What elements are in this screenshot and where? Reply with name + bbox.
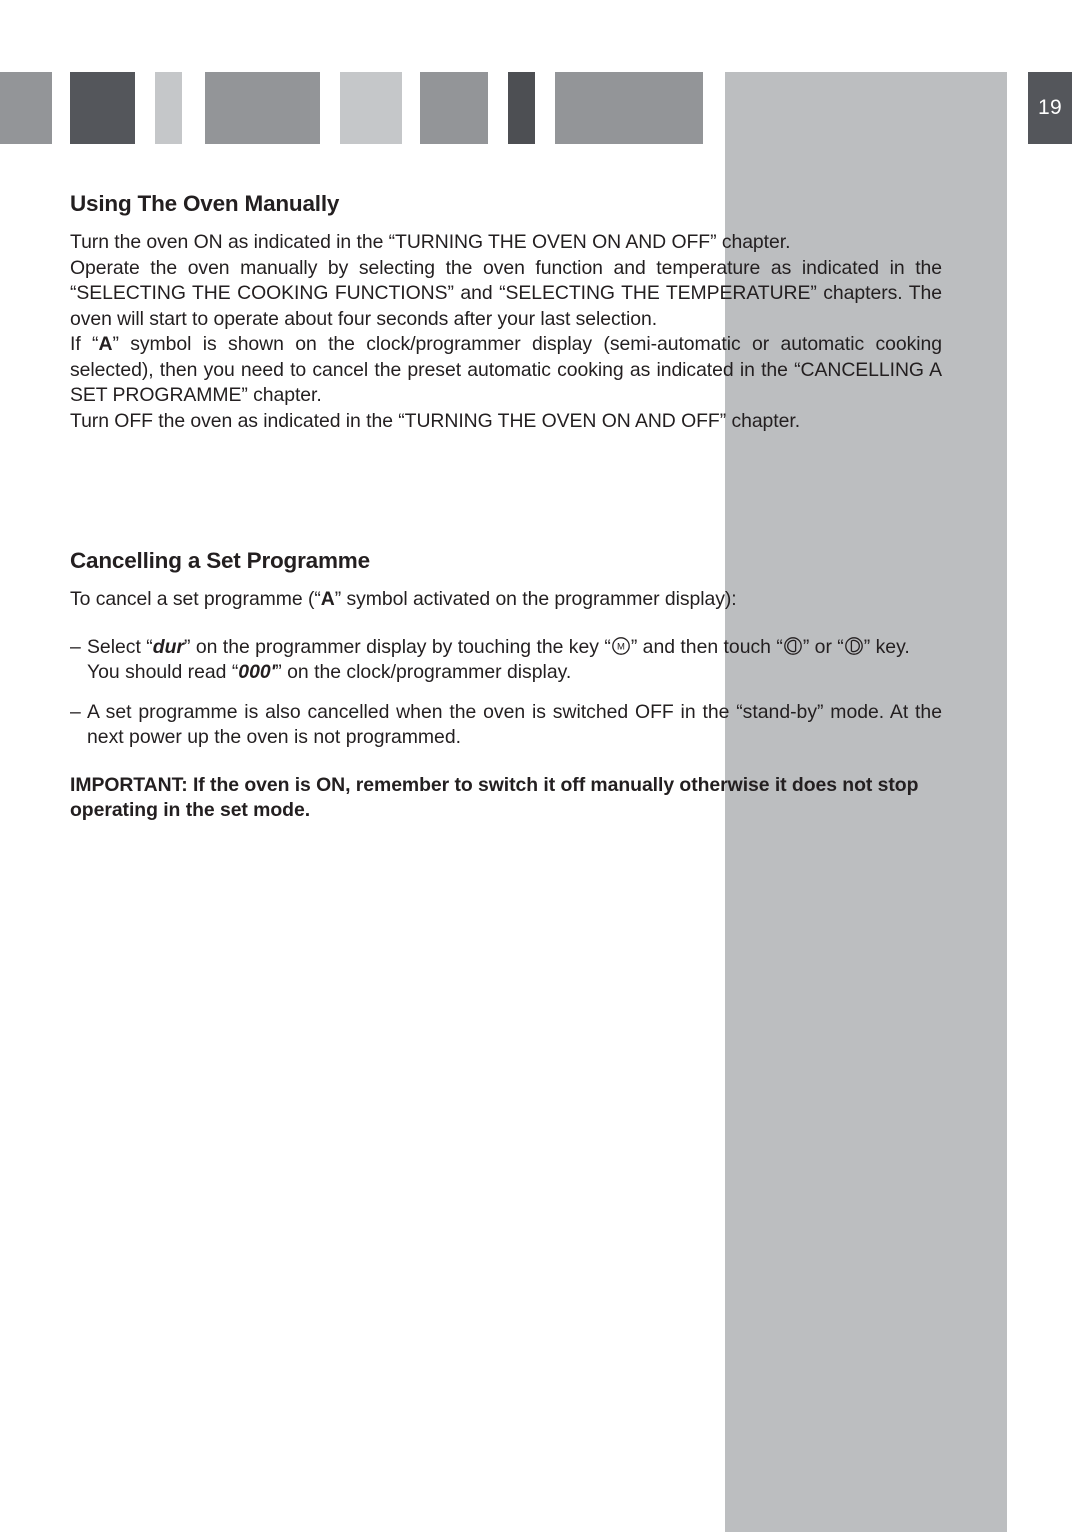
important-note: IMPORTANT: If the oven is ON, remember t… <box>70 773 919 822</box>
bullet-dash: – <box>70 635 81 658</box>
bar-7 <box>508 72 535 144</box>
para-a-pre: If “ <box>70 333 99 355</box>
paragraph-operate-manually: Operate the oven manually by selecting t… <box>70 256 942 330</box>
bullet1-seg5: ” key. <box>863 635 910 658</box>
page-title: Using The Oven Manually <box>70 191 340 216</box>
bar-3 <box>155 72 182 144</box>
bar-9 <box>725 72 1007 144</box>
paragraph-turn-oven-off: Turn OFF the oven as indicated in the “T… <box>70 409 801 432</box>
bar-1 <box>0 72 52 144</box>
key-m-icon: M <box>611 636 631 656</box>
note-spacer <box>70 751 942 773</box>
section-heading-cancelling: Cancelling a Set Programme <box>70 548 370 573</box>
paragraph-a-symbol: If “A” symbol is shown on the clock/prog… <box>70 332 942 409</box>
intro-bold: A <box>320 588 335 610</box>
bullet-dash: – <box>70 700 81 723</box>
bullet-body-standby-cancel: A set programme is also cancelled when t… <box>87 700 942 749</box>
intro-post: ” symbol activated on the programmer dis… <box>334 588 737 610</box>
bullet1-line2-post: ” on the clock/programmer display. <box>275 661 572 683</box>
list-item: – Select “dur” on the programmer display… <box>70 635 942 686</box>
para-a-bold: A <box>98 333 113 355</box>
list-item: – A set programme is also cancelled when… <box>70 700 942 751</box>
paragraph-cancel-intro: To cancel a set programme (“A” symbol ac… <box>70 587 942 613</box>
list-spacer-1 <box>70 613 942 635</box>
paragraph-turn-oven-on: Turn the oven ON as indicated in the “TU… <box>70 231 791 253</box>
bullet1-bold-dur: dur <box>152 635 184 658</box>
bullet1-line2-bold: 000' <box>238 661 276 683</box>
key-increase-icon <box>844 636 864 656</box>
bullet1-line2-pre: You should read “ <box>87 661 239 683</box>
key-decrease-icon <box>783 636 803 656</box>
svg-text:M: M <box>617 641 625 652</box>
para-a-post: ” symbol is shown on the clock/programme… <box>70 333 943 406</box>
bar-8 <box>555 72 703 144</box>
bar-2 <box>70 72 135 144</box>
bar-4 <box>205 72 320 144</box>
page-content: Using The Oven Manually Turn the oven ON… <box>70 190 942 824</box>
header-bar-strip <box>0 72 1080 144</box>
list-spacer-2 <box>70 686 942 700</box>
page-number: 19 <box>1038 96 1062 119</box>
bullet-body-select-dur: Select “dur” on the programmer display b… <box>87 635 942 686</box>
page-number-badge: 19 <box>1028 72 1072 144</box>
bullet1-seg4: ” or “ <box>802 635 844 658</box>
bar-6 <box>420 72 488 144</box>
bullet1-line2: You should read “000'” on the clock/prog… <box>87 660 942 686</box>
bullet1-seg3: ” and then touch “ <box>630 635 783 658</box>
bullet1-seg2: ” on the programmer display by touching … <box>184 635 611 658</box>
intro-pre: To cancel a set programme (“ <box>70 588 321 610</box>
bar-5 <box>340 72 402 144</box>
bullet1-seg1: Select “ <box>87 635 153 658</box>
